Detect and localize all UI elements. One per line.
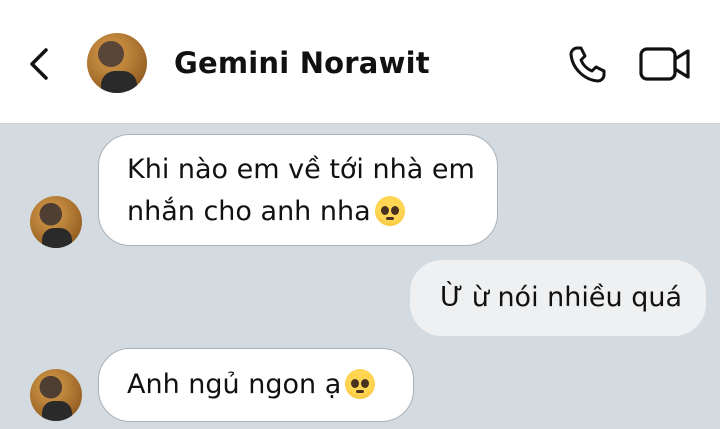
video-camera-icon[interactable] [638, 44, 692, 84]
pleading-face-icon [374, 196, 405, 226]
message-text: Anh ngủ ngon ạ [127, 369, 342, 400]
contact-avatar[interactable] [87, 33, 147, 93]
message-text-line: nhắn cho anh nha [127, 191, 497, 233]
message-bubble-incoming[interactable]: Khi nào em về tới nhà em nhắn cho anh nh… [98, 134, 498, 246]
message-text: Ừ ừ nói nhiều quá [440, 282, 682, 313]
chat-header: Gemini Norawit [0, 0, 720, 124]
pleading-face-icon [345, 369, 376, 399]
chevron-left-icon[interactable] [24, 44, 56, 84]
sender-avatar[interactable] [30, 369, 82, 421]
sender-avatar[interactable] [30, 196, 82, 248]
message-bubble-incoming[interactable]: Anh ngủ ngon ạ [98, 348, 414, 422]
message-text-line: Khi nào em về tới nhà em [127, 154, 475, 185]
message-bubble-outgoing[interactable]: Ừ ừ nói nhiều quá [410, 260, 706, 336]
phone-icon[interactable] [566, 42, 610, 86]
contact-name[interactable]: Gemini Norawit [174, 46, 430, 80]
